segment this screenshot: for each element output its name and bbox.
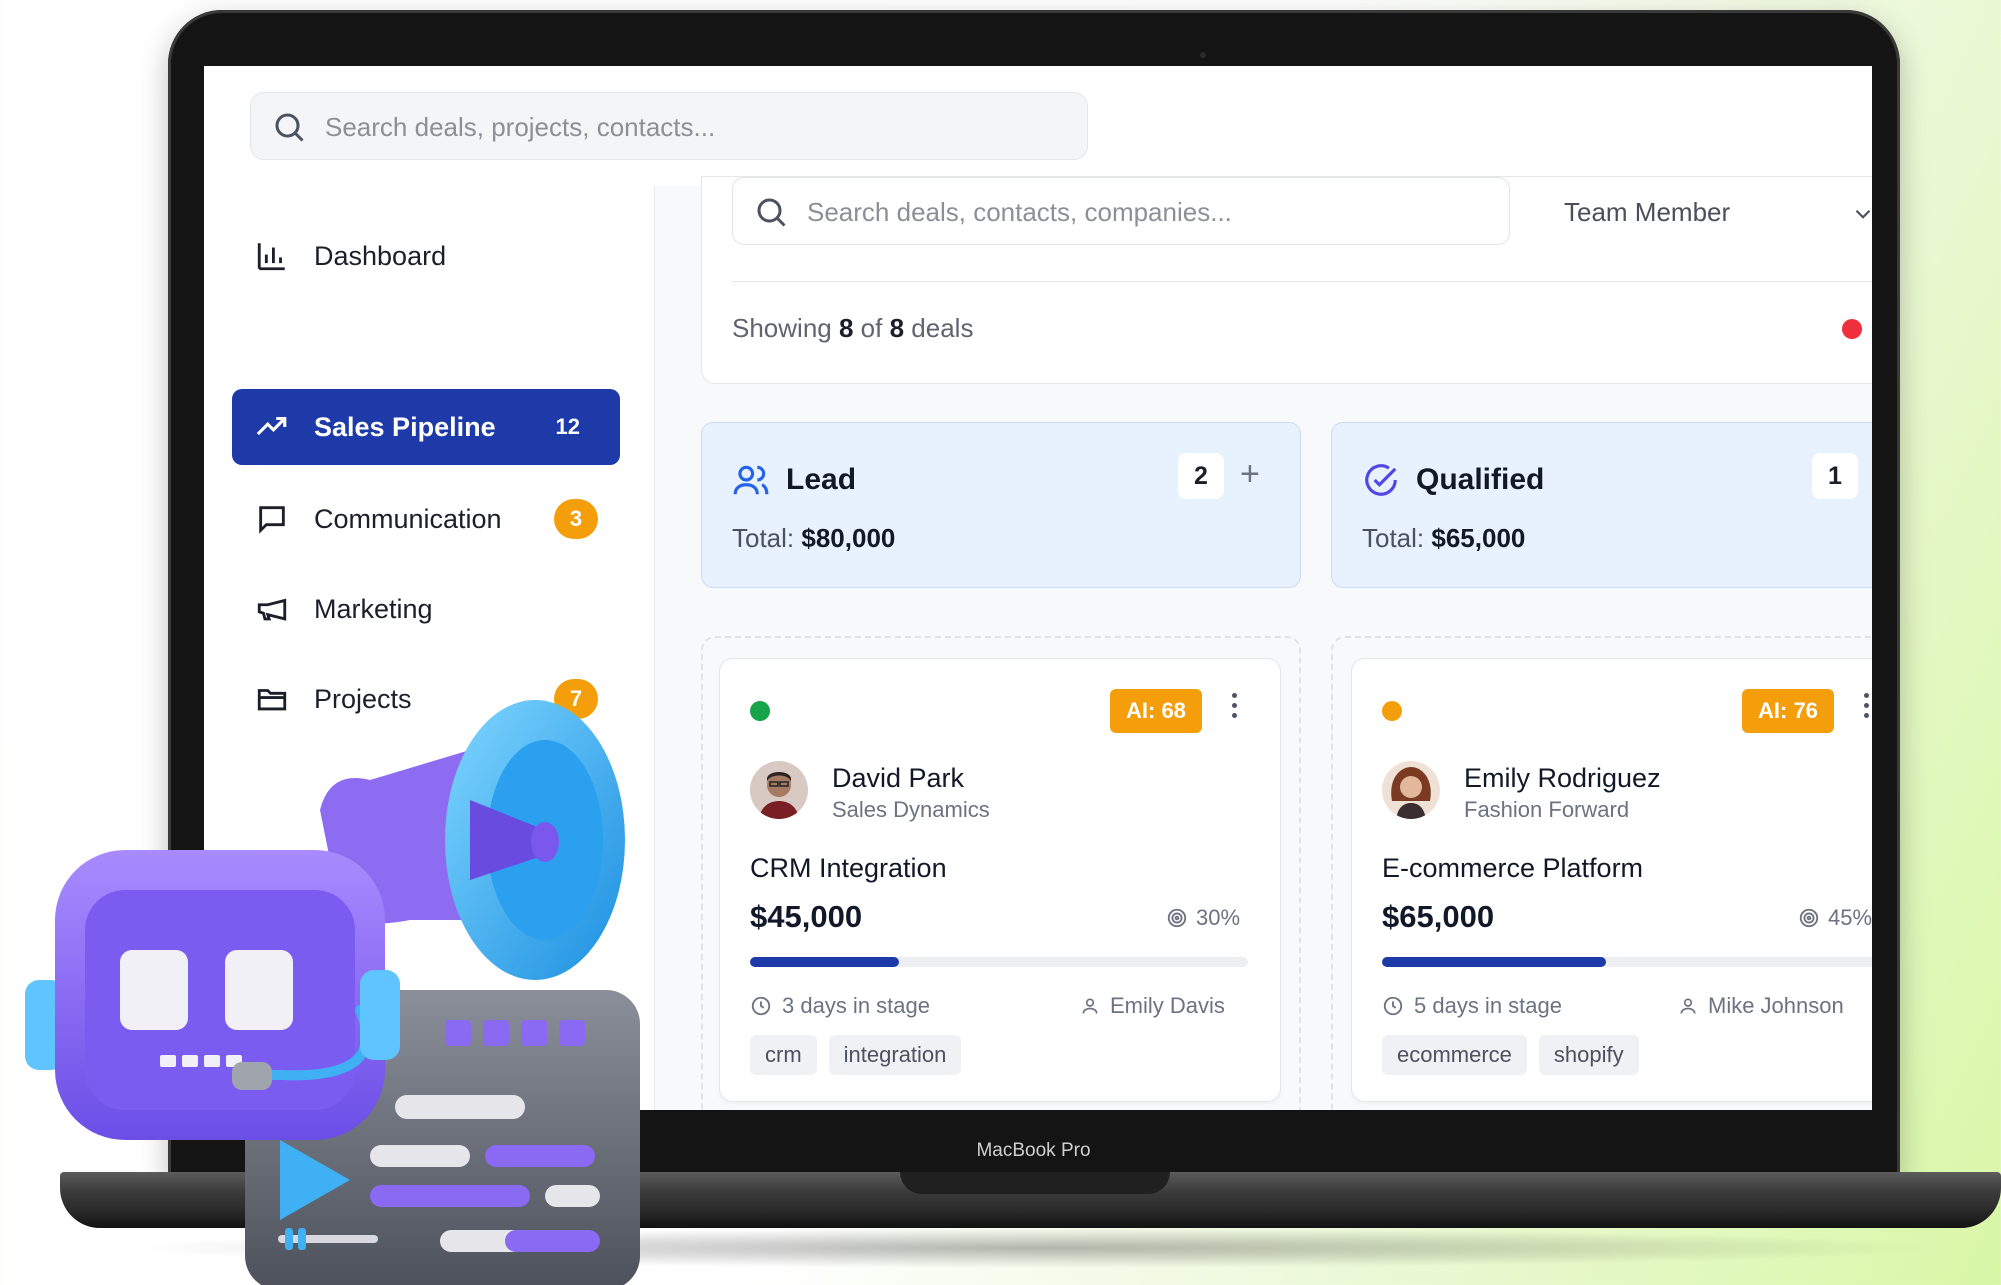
sidebar-item-dashboard[interactable]: Dashboard <box>232 218 620 294</box>
deal-probability: 30% <box>1166 905 1240 931</box>
time-in-stage-text: 3 days in stage <box>782 993 930 1018</box>
stage-header-lead: Lead Total: $80,000 2 + <box>701 422 1301 588</box>
sidebar-item-label: Dashboard <box>314 240 447 271</box>
filter-panel: Team Member Showing 8 of 8 deals <box>701 176 1872 384</box>
search-icon <box>753 194 789 235</box>
add-deal-button[interactable]: + <box>1240 455 1260 494</box>
robot-megaphone-illustration <box>25 700 640 1285</box>
chevron-down-icon[interactable] <box>1850 201 1872 232</box>
stage-header-qualified: Qualified Total: $65,000 1 <box>1331 422 1872 588</box>
clock-icon <box>1383 996 1403 1016</box>
search-icon <box>271 109 307 150</box>
stage-total-value: $65,000 <box>1431 523 1526 553</box>
stage-total: Total: $80,000 <box>732 523 895 554</box>
probability-bar-fill <box>750 957 900 967</box>
global-search-input[interactable] <box>323 93 1067 161</box>
stage-name: Lead <box>786 463 857 496</box>
bar-chart-icon <box>254 238 290 274</box>
clock-icon <box>751 996 771 1016</box>
showing-prefix: Showing <box>732 313 832 343</box>
sidebar-item-sales-pipeline[interactable]: Sales Pipeline 12 <box>232 389 620 465</box>
contact-name: David Park <box>832 763 965 793</box>
results-count: Showing 8 of 8 deals <box>732 313 973 344</box>
deal-amount: $65,000 <box>1382 899 1495 934</box>
status-dot <box>1382 701 1402 721</box>
contact-name: Emily Rodriguez <box>1464 763 1661 793</box>
deal-search-input[interactable] <box>805 178 1499 246</box>
team-member-select[interactable]: Team Member <box>1564 197 1730 228</box>
deal-probability: 45% <box>1798 905 1872 931</box>
time-in-stage: 5 days in stage <box>1382 993 1562 1019</box>
deal-owner: Mike Johnson <box>1678 993 1844 1019</box>
probability-bar <box>750 957 1248 967</box>
robot-head <box>25 850 400 1140</box>
showing-suffix: deals <box>911 313 974 343</box>
tag[interactable]: crm <box>750 1035 817 1075</box>
ai-score-badge: AI: 68 <box>1110 689 1202 733</box>
stage-count: 2 <box>1178 453 1224 499</box>
stage-total-label: Total: <box>732 523 795 553</box>
deal-title: E-commerce Platform <box>1382 853 1644 883</box>
notification-badge: 3 <box>554 499 598 539</box>
sidebar-item-marketing[interactable]: Marketing <box>232 571 620 647</box>
contact-company: Sales Dynamics <box>832 797 990 822</box>
tag[interactable]: ecommerce <box>1382 1035 1527 1075</box>
status-dot <box>750 701 770 721</box>
deal-title: CRM Integration <box>750 853 947 883</box>
probability-bar <box>1382 957 1872 967</box>
sidebar-item-communication[interactable]: Communication 3 <box>232 481 620 557</box>
deal-card[interactable]: AI: 68 David Park Sales Dynamics CRM Int… <box>719 658 1281 1102</box>
tag-list: ecommerce shopify <box>1382 1035 1639 1075</box>
trending-up-icon <box>254 409 290 445</box>
stage-name: Qualified <box>1416 463 1545 496</box>
user-icon <box>1082 998 1098 1014</box>
stage-total-label: Total: <box>1362 523 1425 553</box>
deal-amount: $45,000 <box>750 899 863 934</box>
avatar <box>1382 761 1440 819</box>
target-icon <box>1167 908 1187 928</box>
sidebar-item-label: Sales Pipeline <box>314 411 496 442</box>
contact-company: Fashion Forward <box>1464 797 1630 822</box>
deal-card[interactable]: AI: 76 Emily Rodriguez Fashion Forward E… <box>1351 658 1872 1102</box>
camera <box>1200 52 1206 58</box>
stage-count: 1 <box>1812 453 1858 499</box>
top-bar <box>204 66 1872 187</box>
tag[interactable]: shopify <box>1538 1035 1639 1075</box>
owner-name: Mike Johnson <box>1708 993 1844 1018</box>
message-square-icon <box>254 501 290 537</box>
time-in-stage: 3 days in stage <box>750 993 930 1019</box>
stage-total-value: $80,000 <box>801 523 896 553</box>
sidebar-item-label: Marketing <box>314 593 433 624</box>
showing-count: 8 <box>838 313 854 343</box>
user-icon <box>1680 998 1696 1014</box>
probability-bar-fill <box>1382 957 1607 967</box>
check-circle-icon <box>1362 461 1400 504</box>
main-content: Team Member Showing 8 of 8 deals Lead To… <box>655 176 1872 1110</box>
tag-list: crm integration <box>750 1035 962 1075</box>
users-icon <box>732 461 770 504</box>
sidebar-item-count: 12 <box>555 414 580 439</box>
sidebar-item-label: Communication <box>314 503 502 534</box>
ai-score-badge: AI: 76 <box>1742 689 1834 733</box>
probability-value: 30% <box>1196 905 1241 930</box>
target-icon <box>1799 908 1819 928</box>
deal-owner: Emily Davis <box>1080 993 1225 1019</box>
tag[interactable]: integration <box>828 1035 962 1075</box>
laptop-hinge-notch <box>900 1172 1170 1194</box>
more-options-icon[interactable] <box>1232 693 1240 723</box>
showing-total: 8 <box>889 313 905 343</box>
probability-value: 45% <box>1828 905 1872 930</box>
owner-name: Emily Davis <box>1110 993 1225 1018</box>
deal-search[interactable] <box>732 177 1510 246</box>
megaphone-icon <box>254 591 290 627</box>
time-in-stage-text: 5 days in stage <box>1414 993 1562 1018</box>
live-indicator <box>1842 319 1862 339</box>
stage-total: Total: $65,000 <box>1362 523 1525 554</box>
global-search[interactable] <box>250 92 1088 161</box>
showing-of: of <box>860 313 883 343</box>
more-options-icon[interactable] <box>1864 693 1872 723</box>
avatar <box>750 761 808 819</box>
divider <box>732 281 1872 282</box>
